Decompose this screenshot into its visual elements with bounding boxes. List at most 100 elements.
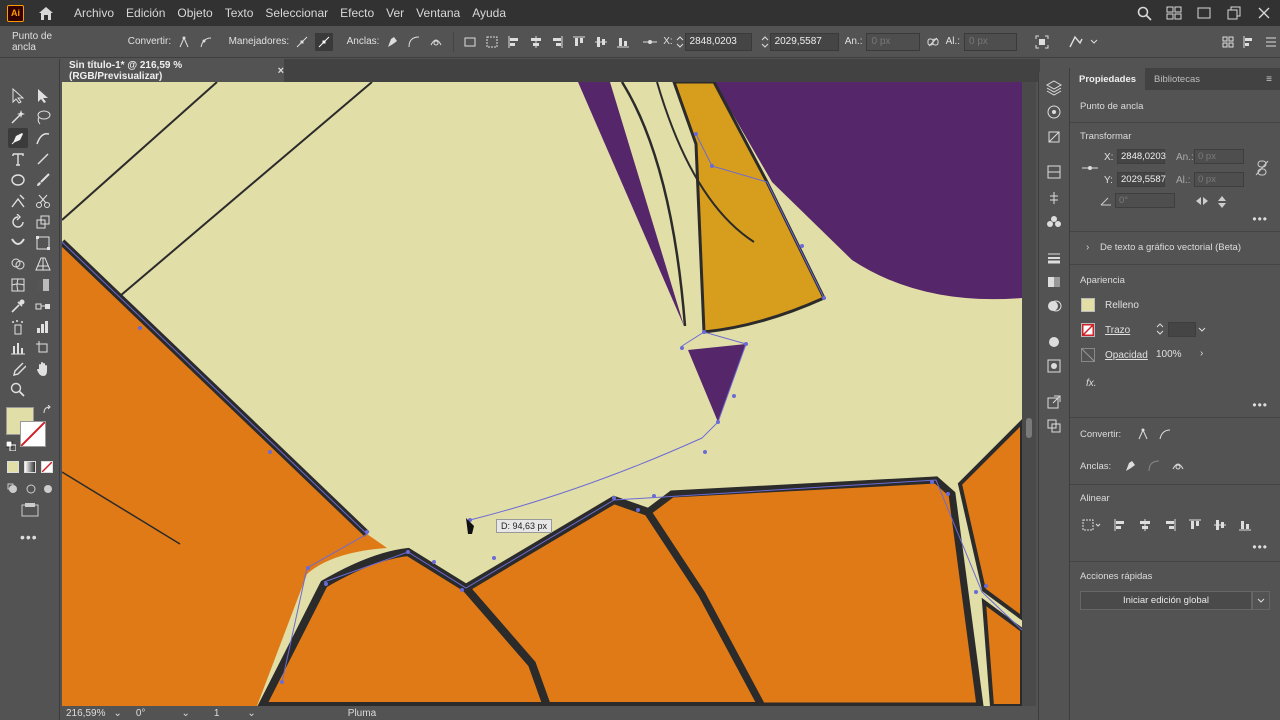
- ellipse-tool-icon[interactable]: [8, 170, 28, 190]
- gradient-panel-icon[interactable]: [1046, 274, 1062, 290]
- close-tab-icon[interactable]: ×: [278, 65, 284, 77]
- panel-cut-path-icon[interactable]: [1147, 459, 1161, 476]
- zoom-level[interactable]: 216,59%: [66, 708, 105, 719]
- align-to-icon[interactable]: [483, 33, 501, 51]
- fill-color-swatch[interactable]: [1081, 298, 1095, 312]
- rotation-value[interactable]: 0°: [136, 708, 146, 719]
- puppet-warp-icon[interactable]: [1067, 33, 1085, 51]
- curvature-tool-icon[interactable]: [33, 128, 53, 148]
- link-proportions-icon[interactable]: [924, 33, 942, 51]
- panel-w-field[interactable]: 0 px: [1194, 149, 1244, 164]
- transform-more-icon[interactable]: •••: [1252, 212, 1268, 226]
- panel-remove-anchor-icon[interactable]: [1123, 459, 1137, 476]
- zoom-tool-icon[interactable]: [8, 380, 28, 400]
- workspace-icon[interactable]: [1166, 5, 1182, 21]
- align-left-icon[interactable]: [505, 33, 523, 51]
- tab-bibliotecas[interactable]: Bibliotecas: [1145, 68, 1209, 90]
- lasso-tool-icon[interactable]: [33, 107, 53, 127]
- arrange-icon[interactable]: [1219, 33, 1237, 51]
- symbols-icon[interactable]: [1046, 214, 1062, 230]
- cut-path-icon[interactable]: [405, 33, 423, 51]
- panel-convert-smooth-icon[interactable]: [1158, 427, 1172, 444]
- start-global-edit-button[interactable]: Iniciar edición global: [1080, 591, 1252, 610]
- selection-tool-icon[interactable]: [8, 86, 28, 106]
- transform-icon[interactable]: [1033, 33, 1051, 51]
- graph-tool-icon[interactable]: [33, 317, 53, 337]
- menu-efecto[interactable]: Efecto: [334, 6, 380, 20]
- type-tool-icon[interactable]: [8, 149, 28, 169]
- show-handles-icon[interactable]: [293, 33, 311, 51]
- align-center-icon[interactable]: [527, 33, 545, 51]
- menu-texto[interactable]: Texto: [219, 6, 260, 20]
- gradient-tool-icon[interactable]: [33, 275, 53, 295]
- shaper-tool-icon[interactable]: [8, 191, 28, 211]
- hand-tool-icon[interactable]: [33, 359, 53, 379]
- chevron-down-icon[interactable]: [1089, 33, 1099, 51]
- panel-convert-corner-icon[interactable]: [1136, 427, 1150, 444]
- artboard-canvas[interactable]: D: 94,63 px: [62, 82, 1022, 706]
- scissors-tool-icon[interactable]: [33, 191, 53, 211]
- panel-align-left-icon[interactable]: [1113, 518, 1127, 535]
- x-stepper-icon[interactable]: [675, 33, 685, 51]
- magic-wand-tool-icon[interactable]: [8, 107, 28, 127]
- default-colors-icon[interactable]: [5, 440, 17, 452]
- remove-anchor-icon[interactable]: [383, 33, 401, 51]
- close-icon[interactable]: [1256, 5, 1272, 21]
- edit-toolbar-icon[interactable]: •••: [20, 529, 40, 545]
- align-middle-icon[interactable]: [592, 33, 610, 51]
- links-icon[interactable]: [1046, 418, 1062, 434]
- artboard-tool-icon[interactable]: [33, 338, 53, 358]
- column-graph-tool-icon[interactable]: [8, 338, 28, 358]
- artboard-number[interactable]: 1: [214, 708, 220, 719]
- menu-objeto[interactable]: Objeto: [171, 6, 218, 20]
- symbol-sprayer-tool-icon[interactable]: [8, 317, 28, 337]
- align-more-icon[interactable]: •••: [1252, 540, 1268, 554]
- convert-corner-icon[interactable]: [175, 33, 193, 51]
- panel-h-field[interactable]: 0 px: [1194, 172, 1244, 187]
- vertical-scrollbar[interactable]: [1022, 82, 1036, 706]
- angle-field[interactable]: 0°: [1115, 193, 1175, 208]
- y-field[interactable]: 2029,5587: [769, 32, 839, 51]
- direct-selection-tool-icon[interactable]: [33, 86, 53, 106]
- fx-icon[interactable]: fx.: [1086, 378, 1097, 389]
- line-tool-icon[interactable]: [33, 149, 53, 169]
- screen-mode-icon[interactable]: [20, 502, 40, 518]
- color-mode-icon[interactable]: [7, 461, 19, 473]
- rotate-tool-icon[interactable]: [8, 212, 28, 232]
- stroke-weight-chevron-icon[interactable]: [1198, 325, 1206, 336]
- pen-tool-icon[interactable]: [8, 128, 28, 148]
- panel-align-center-icon[interactable]: [1138, 518, 1152, 535]
- flip-vertical-icon[interactable]: [1217, 195, 1227, 212]
- width-tool-icon[interactable]: [8, 233, 28, 253]
- panel-x-field[interactable]: 2848,0203: [1117, 149, 1166, 164]
- properties-panel-icon[interactable]: [1046, 80, 1062, 96]
- menu-edicion[interactable]: Edición: [120, 6, 171, 20]
- stroke-weight-field[interactable]: [1168, 322, 1196, 337]
- free-transform-tool-icon[interactable]: [33, 233, 53, 253]
- panel-connect-anchors-icon[interactable]: [1171, 459, 1185, 476]
- menu-archivo[interactable]: Archivo: [68, 6, 120, 20]
- reference-point-icon[interactable]: [1082, 164, 1098, 175]
- appearance-more-icon[interactable]: •••: [1252, 398, 1268, 412]
- panel-y-field[interactable]: 2029,5587: [1117, 172, 1166, 187]
- opacity-value[interactable]: 100%: [1156, 349, 1182, 360]
- none-mode-icon[interactable]: [41, 461, 53, 473]
- restore-icon[interactable]: [1226, 5, 1242, 21]
- search-icon[interactable]: [1136, 5, 1152, 21]
- paintbrush-tool-icon[interactable]: [33, 170, 53, 190]
- constrain-proportions-icon[interactable]: [1255, 160, 1269, 179]
- tab-propiedades[interactable]: Propiedades: [1070, 68, 1146, 90]
- convert-smooth-icon[interactable]: [197, 33, 215, 51]
- plugins-icon[interactable]: [1046, 190, 1062, 206]
- menu-ayuda[interactable]: Ayuda: [466, 6, 512, 20]
- expand-chevron-icon[interactable]: ›: [1086, 242, 1089, 253]
- hide-handles-icon[interactable]: [314, 32, 333, 51]
- zoom-chevron-icon[interactable]: ⌄: [113, 708, 121, 719]
- home-icon[interactable]: [36, 3, 56, 23]
- opacity-label[interactable]: Opacidad: [1105, 350, 1148, 361]
- panel-align-middle-icon[interactable]: [1213, 518, 1227, 535]
- x-field[interactable]: 2848,0203: [684, 32, 752, 51]
- panel-menu-icon[interactable]: ≡: [1266, 74, 1272, 85]
- minimize-icon[interactable]: [1196, 5, 1212, 21]
- isolate-icon[interactable]: [462, 33, 480, 51]
